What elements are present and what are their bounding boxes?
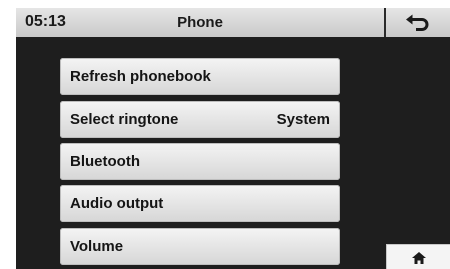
back-arrow-icon (406, 14, 429, 31)
menu-item-label: Bluetooth (70, 153, 140, 170)
page-title: Phone (177, 14, 223, 31)
home-button[interactable] (386, 244, 450, 269)
menu-item-label: Select ringtone (70, 111, 179, 128)
menu-item-label: Refresh phonebook (70, 68, 211, 85)
audio-output-button[interactable]: Audio output (60, 185, 340, 222)
menu-item-label: Volume (70, 238, 124, 255)
phone-screen: 05:13 Phone Refresh phonebook Select rin… (16, 8, 450, 269)
select-ringtone-button[interactable]: Select ringtone System (60, 101, 340, 138)
menu-item-label: Audio output (70, 195, 164, 212)
home-icon (412, 252, 426, 264)
volume-button[interactable]: Volume (60, 228, 340, 265)
bluetooth-button[interactable]: Bluetooth (60, 143, 340, 180)
back-button[interactable] (386, 8, 450, 37)
ringtone-value: System (276, 111, 330, 128)
refresh-phonebook-button[interactable]: Refresh phonebook (60, 58, 340, 95)
